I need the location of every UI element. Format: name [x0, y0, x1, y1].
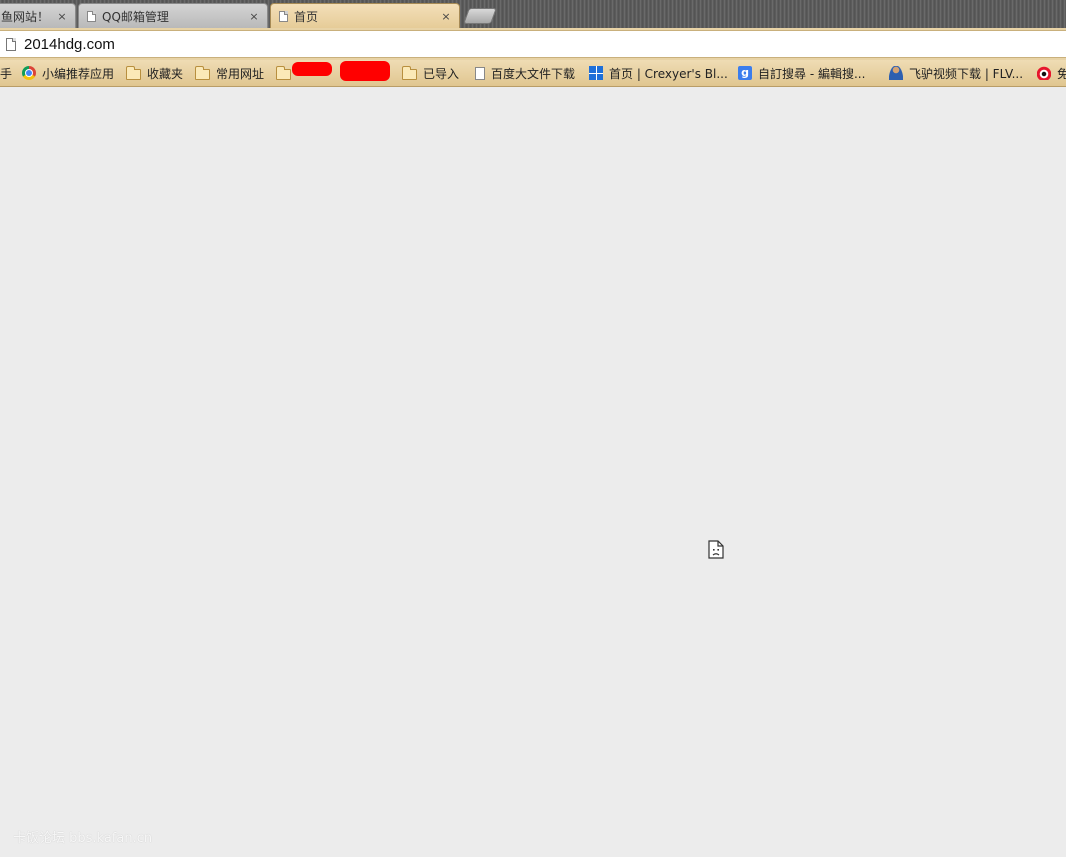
- bookmark-item[interactable]: 百度大文件下载: [475, 60, 575, 86]
- bookmark-item[interactable]: 飞驴视频下载 | FLV...: [889, 60, 1023, 86]
- bookmark-folder[interactable]: 收藏夹: [126, 60, 183, 86]
- bookmark-label: 手: [0, 66, 13, 81]
- bookmark-item[interactable]: 免: [1037, 60, 1066, 86]
- bookmark-label: 百度大文件下载: [491, 66, 576, 81]
- bookmark-label: 收藏夹: [147, 66, 184, 81]
- page-icon: [87, 10, 96, 22]
- redaction-mark: [340, 61, 390, 81]
- grid-icon: [589, 66, 603, 80]
- tab-title: 首页: [294, 9, 319, 24]
- weibo-icon: [1037, 66, 1051, 80]
- close-icon[interactable]: ×: [247, 10, 261, 23]
- tab-title: QQ邮箱管理: [102, 9, 169, 24]
- bookmark-item[interactable]: 小编推荐应用: [22, 60, 114, 86]
- bookmarks-bar: 手 小编推荐应用 收藏夹 常用网址 已导入 百度大文件下载 首页 | Crexy…: [0, 60, 1066, 87]
- bookmark-item[interactable]: g 自訂搜尋 - 編輯搜...: [738, 60, 865, 86]
- sad-document-icon: [708, 540, 724, 559]
- page-icon: [279, 10, 288, 22]
- bookmark-label: 自訂搜尋 - 編輯搜...: [758, 66, 866, 81]
- bookmark-label: 已导入: [423, 66, 460, 81]
- bookmark-label: 小编推荐应用: [42, 66, 115, 81]
- bookmark-label: 常用网址: [216, 66, 265, 81]
- bookmark-item[interactable]: 首页 | Crexyer's Bl...: [589, 60, 728, 86]
- bookmark-folder[interactable]: 已导入: [402, 60, 459, 86]
- bookmark-folder[interactable]: 常用网址: [195, 60, 264, 86]
- bookmark-label: 免: [1057, 65, 1066, 82]
- new-tab-button[interactable]: [463, 8, 497, 24]
- tab-title: 鱼网站！: [1, 9, 50, 24]
- folder-icon: [402, 65, 417, 80]
- close-icon[interactable]: ×: [439, 10, 453, 23]
- tab-3[interactable]: 首页 ×: [270, 3, 460, 28]
- page-icon: [6, 37, 16, 51]
- folder-icon: [126, 65, 141, 80]
- tab-2[interactable]: QQ邮箱管理 ×: [78, 3, 268, 28]
- page-icon: [475, 66, 485, 80]
- toolbar: 2014hdg.com: [0, 28, 1066, 60]
- url-text[interactable]: 2014hdg.com: [24, 36, 115, 53]
- tab-strip: 鱼网站！ × QQ邮箱管理 × 首页 ×: [0, 0, 1066, 28]
- address-bar[interactable]: 2014hdg.com: [0, 30, 1066, 58]
- person-icon: [889, 66, 903, 80]
- folder-icon: [195, 65, 210, 80]
- bookmark-label: 飞驴视频下载 | FLV...: [909, 66, 1024, 81]
- redaction-mark: [292, 62, 332, 76]
- tab-1[interactable]: 鱼网站！ ×: [0, 3, 76, 28]
- folder-icon: [276, 65, 291, 80]
- close-icon[interactable]: ×: [55, 10, 69, 23]
- google-icon: g: [738, 66, 752, 80]
- chrome-icon: [22, 66, 36, 80]
- bookmark-item[interactable]: 手: [0, 60, 12, 86]
- watermark: 卡饭论坛 bbs.kafan.cn: [13, 831, 153, 846]
- bookmark-label: 首页 | Crexyer's Bl...: [609, 66, 728, 81]
